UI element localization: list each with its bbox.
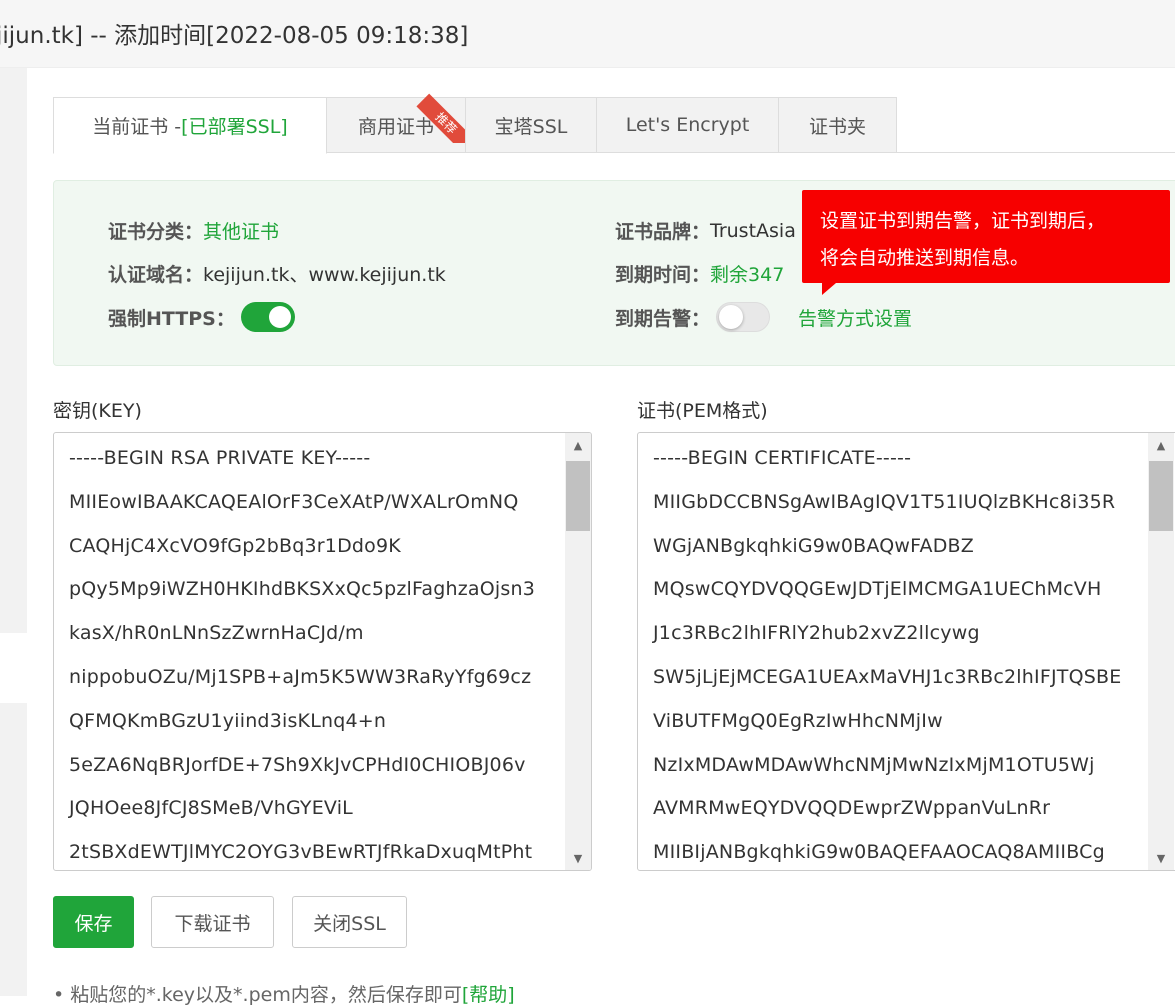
scroll-down-icon[interactable]: ▼ xyxy=(565,846,591,870)
tab-current-certificate[interactable]: 当前证书 - [已部署SSL] xyxy=(53,97,327,154)
deployed-ssl-badge: [已部署SSL] xyxy=(181,116,288,138)
certificate-brand-row: 证书品牌： TrustAsia xyxy=(615,217,796,244)
brand-label: 证书品牌： xyxy=(615,221,711,243)
private-key-content: -----BEGIN RSA PRIVATE KEY----- MIIEowIBA… xyxy=(69,437,536,870)
force-https-row: 强制HTTPS： xyxy=(108,302,295,332)
certificate-domain-row: 认证域名： kejijun.tk、www.kejijun.tk xyxy=(108,260,446,287)
left-sidebar-strip xyxy=(0,68,27,996)
save-button[interactable]: 保存 xyxy=(53,896,134,948)
alarm-label: 到期告警： xyxy=(615,307,711,330)
key-line: JQHOee8JfCJ8SMeB/VhGYEViL xyxy=(69,797,353,820)
close-ssl-button[interactable]: 关闭SSL xyxy=(292,896,407,948)
alarm-settings-link[interactable]: 告警方式设置 xyxy=(798,304,912,331)
help-tip: • 粘贴您的*.key以及*.pem内容，然后保存即可[帮助] xyxy=(53,984,515,1006)
cert-line: WGjANBgkqhkiG9w0BAQwFADBZ xyxy=(653,534,974,557)
cert-line: SW5jLjEjMCEGA1UEAxMaVHJ1c3RBc2lhIFJTQSBE xyxy=(653,665,1122,688)
certificate-content: -----BEGIN CERTIFICATE----- MIIGbDCCBNSgA… xyxy=(653,437,1122,870)
private-key-textarea[interactable]: -----BEGIN RSA PRIVATE KEY----- MIIEowIBA… xyxy=(53,432,592,871)
brand-value: TrustAsia xyxy=(710,219,796,242)
key-label: 密钥(KEY) xyxy=(53,400,142,422)
category-label: 证书分类： xyxy=(108,221,204,243)
domain-value: kejijun.tk、www.kejijun.tk xyxy=(203,264,446,286)
cert-line: MIIBIjANBgkqhkiG9w0BAQEFAAOCAQ8AMIIBCg xyxy=(653,841,1105,864)
tooltip-line-2: 将会自动推送到期信息。 xyxy=(820,247,1030,269)
certificate-textarea[interactable]: -----BEGIN CERTIFICATE----- MIIGbDCCBNSgA… xyxy=(637,432,1175,871)
download-certificate-button[interactable]: 下载证书 xyxy=(151,896,274,948)
key-line: QFMQKmBGzU1yiind3isKLnq4+n xyxy=(69,709,387,732)
scroll-thumb[interactable] xyxy=(1149,461,1173,531)
expire-time-row: 到期时间： 剩余347 xyxy=(615,260,784,287)
key-line: -----BEGIN RSA PRIVATE KEY----- xyxy=(69,447,371,469)
force-https-toggle[interactable] xyxy=(240,302,295,332)
dialog-title: jijun.tk] -- 添加时间[2022-08-05 09:18:38] xyxy=(0,23,469,49)
scroll-up-icon[interactable]: ▲ xyxy=(1148,433,1174,457)
key-line: 5eZA6NqBRJorfDE+7Sh9XkJvCPHdI0CHIOBJ06v xyxy=(69,753,526,776)
expire-alarm-toggle[interactable] xyxy=(716,302,771,332)
key-line: pQy5Mp9iWZH0HKIhdBKSXxQc5pzlFaghzaOjsn3 xyxy=(69,578,536,601)
cert-line: AVMRMwEQYDVQQDEwprZWppanVuLnRr xyxy=(653,797,1051,820)
key-line: nippobuOZu/Mj1SPB+aJm5K5WW3RaRyYfg69cz xyxy=(69,665,532,688)
expire-value: 剩余347 xyxy=(710,264,785,286)
key-line: 2tSBXdEWTJlMYC2OYG3vBEwRTJfRkaDxuqMtPht xyxy=(69,841,533,864)
tab-label: 证书夹 xyxy=(808,115,866,138)
key-line: CAQHjC4XcVO9fGp2bBq3r1Ddo9K xyxy=(69,534,401,557)
help-tip-text: 粘贴您的*.key以及*.pem内容，然后保存即可 xyxy=(70,984,462,1006)
tab-baota-ssl[interactable]: 宝塔SSL xyxy=(465,97,597,153)
tooltip-line-1: 设置证书到期告警，证书到期后， xyxy=(820,210,1106,232)
key-line: kasX/hR0nLNnSzZwrnHaCJd/m xyxy=(69,622,364,645)
scroll-down-icon[interactable]: ▼ xyxy=(1148,846,1174,870)
cert-line: MQswCQYDVQQGEwJDTjElMCMGA1UEChMcVH xyxy=(653,578,1102,601)
domain-label: 认证域名： xyxy=(108,264,204,286)
tab-label: 当前证书 - xyxy=(92,116,182,138)
cert-scrollbar[interactable]: ▲ ▼ xyxy=(1148,433,1174,870)
expire-alarm-row: 到期告警： 告警方式设置 xyxy=(615,302,912,332)
cert-line: J1c3RBc2lhIFRlY2hub2xvZ2llcywg xyxy=(653,622,980,645)
certificate-category-row: 证书分类： 其他证书 xyxy=(108,217,279,244)
certificate-label: 证书(PEM格式) xyxy=(637,400,768,422)
cert-line: MIIGbDCCBNSgAwIBAgIQV1T51IUQlzBKHc8i35R xyxy=(653,490,1116,513)
expire-label: 到期时间： xyxy=(615,264,711,286)
tab-label: 宝塔SSL xyxy=(494,115,568,138)
dialog-titlebar: jijun.tk] -- 添加时间[2022-08-05 09:18:38] xyxy=(0,0,1175,68)
help-link[interactable]: [帮助] xyxy=(462,984,515,1006)
cert-line: -----BEGIN CERTIFICATE----- xyxy=(653,447,912,469)
recommend-ribbon-text: 推荐 xyxy=(416,93,465,143)
category-value: 其他证书 xyxy=(203,221,280,243)
key-line: MIIEowIBAAKCAQEAlOrF3CeXAtP/WXALrOmNQ xyxy=(69,490,519,513)
key-scrollbar[interactable]: ▲ ▼ xyxy=(565,433,591,870)
alarm-tooltip: 设置证书到期告警，证书到期后， 将会自动推送到期信息。 xyxy=(802,190,1170,295)
tab-certificate-folder[interactable]: 证书夹 xyxy=(778,97,897,153)
tab-label: Let's Encrypt xyxy=(625,114,750,136)
force-https-label: 强制HTTPS： xyxy=(108,307,235,330)
tab-lets-encrypt[interactable]: Let's Encrypt xyxy=(596,97,779,153)
cert-line: ViBUTFMgQ0EgRzIwHhcNMjIw xyxy=(653,709,943,732)
scroll-thumb[interactable] xyxy=(566,461,590,531)
recommend-ribbon: 推荐 xyxy=(415,93,465,143)
scroll-up-icon[interactable]: ▲ xyxy=(565,433,591,457)
cert-line: NzIxMDAwMDAwWhcNMjMwNzIxMjM1OTU5Wj xyxy=(653,753,1095,776)
